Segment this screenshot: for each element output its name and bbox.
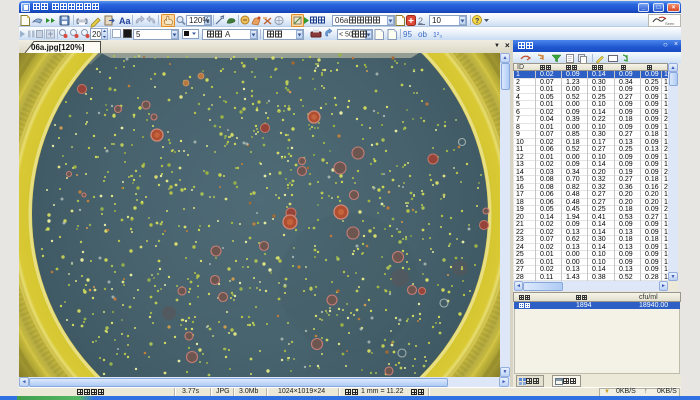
svg-text:120%: 120% [189, 16, 209, 25]
svg-text:20: 20 [92, 30, 101, 39]
svg-text:1²₃: 1²₃ [433, 32, 442, 39]
svg-text:10: 10 [432, 16, 441, 25]
svg-text:?: ? [475, 18, 479, 25]
svg-text:5: 5 [136, 30, 141, 39]
svg-text:95: 95 [403, 30, 412, 39]
svg-text:ob: ob [418, 30, 427, 39]
svg-text:06a: 06a [335, 16, 349, 25]
svg-text:< 50: < 50 [339, 32, 353, 39]
svg-text:A: A [225, 30, 231, 39]
svg-text:Seen: Seen [665, 21, 674, 26]
svg-text:Aa: Aa [119, 16, 131, 26]
